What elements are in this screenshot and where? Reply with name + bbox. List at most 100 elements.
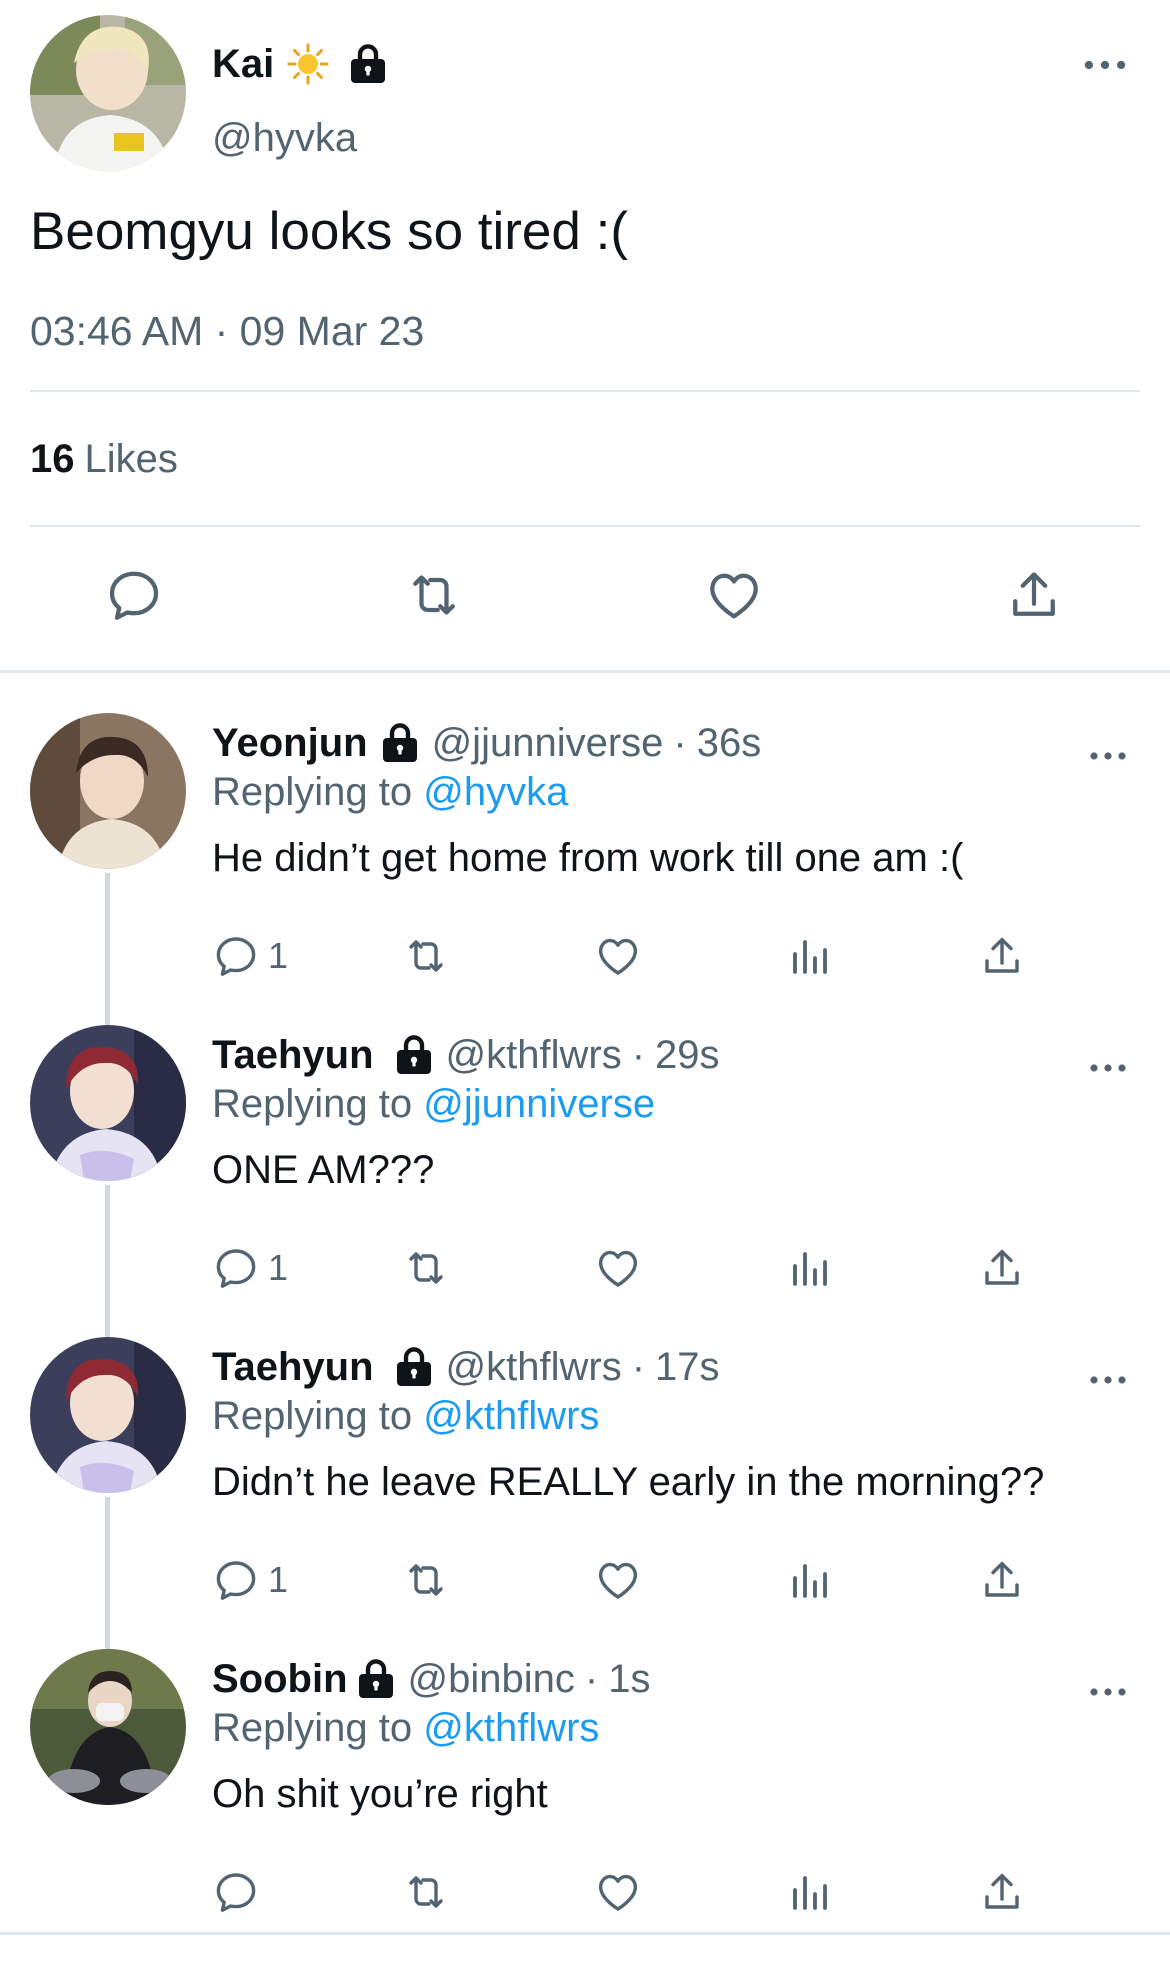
- likes-count: 16: [30, 437, 75, 481]
- share-icon[interactable]: [978, 928, 1026, 984]
- reply-button[interactable]: [212, 1864, 268, 1920]
- handle: @kthflwrs: [445, 1345, 622, 1389]
- tweet-text: ONE AM???: [212, 1148, 435, 1192]
- mention-link[interactable]: @kthflwrs: [423, 1394, 599, 1438]
- sun-icon: [286, 42, 330, 86]
- display-name: Taehyun: [212, 1033, 374, 1077]
- likes-summary[interactable]: 16 Likes: [30, 434, 178, 484]
- reply-icon[interactable]: [104, 565, 164, 625]
- replying-to: Replying to @hyvka: [212, 767, 568, 817]
- lock-icon: [380, 721, 420, 765]
- thread-line: [105, 873, 110, 1025]
- analytics-icon[interactable]: [785, 1240, 833, 1296]
- divider: [30, 390, 1140, 392]
- reply-tweet: Taehyun @kthflwrs · 17s Replying to @kth…: [0, 1337, 1170, 1649]
- reply-count: 1: [268, 1559, 289, 1600]
- thread-line: [105, 1185, 110, 1337]
- handle: @jjunniverse: [431, 721, 664, 765]
- retweet-icon[interactable]: [402, 1552, 450, 1608]
- like-icon[interactable]: [594, 928, 642, 984]
- tweet-timestamp[interactable]: 03:46 AM · 09 Mar 23: [30, 306, 424, 356]
- replying-prefix: Replying to: [212, 1394, 413, 1438]
- tweet-text: Beomgyu looks so tired :(: [30, 202, 628, 261]
- mention-link[interactable]: @kthflwrs: [423, 1706, 599, 1750]
- share-icon[interactable]: [1004, 565, 1064, 625]
- mention-link[interactable]: @jjunniverse: [423, 1082, 655, 1126]
- replying-to: Replying to @kthflwrs: [212, 1703, 599, 1753]
- divider: [0, 1932, 1170, 1935]
- replying-to: Replying to @jjunniverse: [212, 1079, 655, 1129]
- mention-link[interactable]: @hyvka: [423, 770, 568, 814]
- separator: ·: [673, 721, 687, 765]
- analytics-icon[interactable]: [785, 928, 833, 984]
- share-icon[interactable]: [978, 1240, 1026, 1296]
- action-bar: 1: [212, 1552, 1052, 1608]
- divider: [0, 670, 1170, 673]
- reply-button[interactable]: 1: [212, 1240, 288, 1296]
- display-name[interactable]: Kai: [212, 40, 388, 88]
- reply-icon: [212, 1244, 260, 1292]
- separator: ·: [584, 1657, 599, 1701]
- likes-label: Likes: [84, 437, 178, 481]
- replying-to: Replying to @kthflwrs: [212, 1391, 599, 1441]
- avatar[interactable]: [30, 1025, 186, 1181]
- reply-icon: [212, 1556, 260, 1604]
- more-options-icon[interactable]: [1088, 1055, 1128, 1081]
- reply-icon: [212, 932, 260, 980]
- separator: ·: [631, 1345, 646, 1389]
- action-bar: 1: [212, 928, 1052, 984]
- analytics-icon[interactable]: [785, 1552, 833, 1608]
- main-tweet: Kai @hyvka Beomgyu looks so tired :( 03:…: [0, 0, 1170, 670]
- more-options-icon[interactable]: [1088, 743, 1128, 769]
- timestamp: 36s: [696, 721, 762, 765]
- display-name-text: Kai: [212, 42, 275, 86]
- reply-count: 1: [268, 1247, 289, 1288]
- like-icon[interactable]: [704, 565, 764, 625]
- replying-prefix: Replying to: [212, 770, 413, 814]
- share-icon[interactable]: [978, 1552, 1026, 1608]
- reply-icon: [212, 1868, 260, 1916]
- separator: ·: [631, 1033, 646, 1077]
- like-icon[interactable]: [594, 1552, 642, 1608]
- like-icon[interactable]: [594, 1864, 642, 1920]
- display-name: Taehyun: [212, 1345, 374, 1389]
- handle[interactable]: @hyvka: [212, 114, 357, 162]
- handle: @kthflwrs: [445, 1033, 622, 1077]
- reply-header[interactable]: Yeonjun @jjunniverse · 36s: [212, 718, 761, 768]
- timestamp: 1s: [608, 1657, 651, 1701]
- tweet-text: Oh shit you’re right: [212, 1772, 548, 1816]
- display-name: Yeonjun: [212, 721, 368, 765]
- reply-tweet: Yeonjun @jjunniverse · 36s Replying to @…: [0, 713, 1170, 1025]
- avatar[interactable]: [30, 15, 186, 171]
- more-options-icon[interactable]: [1088, 1679, 1128, 1705]
- lock-icon: [348, 42, 388, 86]
- replying-prefix: Replying to: [212, 1082, 413, 1126]
- share-icon[interactable]: [978, 1864, 1026, 1920]
- reply-header[interactable]: Soobin @binbinc · 1s: [212, 1654, 650, 1704]
- reply-header[interactable]: Taehyun @kthflwrs · 17s: [212, 1342, 720, 1392]
- retweet-icon[interactable]: [402, 928, 450, 984]
- timestamp: 29s: [655, 1033, 720, 1077]
- reply-count: 1: [268, 935, 289, 976]
- reply-button[interactable]: 1: [212, 1552, 288, 1608]
- retweet-icon[interactable]: [402, 1864, 450, 1920]
- like-icon[interactable]: [594, 1240, 642, 1296]
- tweet-text: He didn’t get home from work till one am…: [212, 836, 964, 880]
- avatar[interactable]: [30, 1649, 186, 1805]
- avatar[interactable]: [30, 713, 186, 869]
- reply-tweet: Soobin @binbinc · 1s Replying to @kthflw…: [0, 1649, 1170, 1961]
- more-options-icon[interactable]: [1088, 1367, 1128, 1393]
- retweet-icon[interactable]: [402, 1240, 450, 1296]
- replying-prefix: Replying to: [212, 1706, 413, 1750]
- analytics-icon[interactable]: [785, 1864, 833, 1920]
- lock-icon: [394, 1345, 434, 1389]
- display-name: Soobin: [212, 1657, 348, 1701]
- timestamp: 17s: [655, 1345, 720, 1389]
- retweet-icon[interactable]: [404, 565, 464, 625]
- avatar[interactable]: [30, 1337, 186, 1493]
- reply-button[interactable]: 1: [212, 928, 288, 984]
- divider: [30, 525, 1140, 527]
- reply-header[interactable]: Taehyun @kthflwrs · 29s: [212, 1030, 720, 1080]
- more-options-icon[interactable]: [1082, 50, 1128, 80]
- action-bar: 1: [212, 1240, 1052, 1296]
